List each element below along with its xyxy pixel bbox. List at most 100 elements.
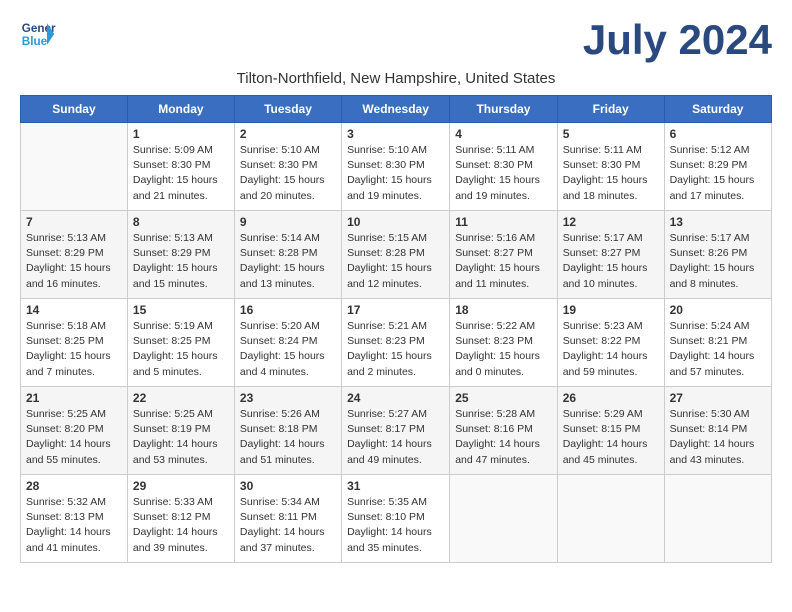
calendar-cell: 31 Sunrise: 5:35 AMSunset: 8:10 PMDayligh… [342, 475, 450, 563]
calendar-cell: 9Sunrise: 5:14 AMSunset: 8:28 PMDaylight… [234, 211, 341, 299]
calendar-cell: 28Sunrise: 5:32 AMSunset: 8:13 PMDayligh… [21, 475, 128, 563]
weekday-header-monday: Monday [127, 96, 234, 123]
day-number: 13 [670, 215, 766, 229]
calendar-cell: 10 Sunrise: 5:15 AMSunset: 8:28 PMDayligh… [342, 211, 450, 299]
day-info: Sunrise: 5:28 AMSunset: 8:16 PMDaylight:… [455, 407, 551, 468]
calendar-cell: 2 Sunrise: 5:10 AMSunset: 8:30 PMDaylight… [234, 123, 341, 211]
calendar-cell: 20Sunrise: 5:24 AMSunset: 8:21 PMDayligh… [664, 299, 771, 387]
day-number: 15 [133, 303, 229, 317]
day-number: 1 [133, 127, 229, 141]
day-number: 16 [240, 303, 336, 317]
weekday-header-saturday: Saturday [664, 96, 771, 123]
day-info: Sunrise: 5:14 AMSunset: 8:28 PMDaylight:… [240, 231, 336, 292]
day-info: Sunrise: 5:17 AMSunset: 8:26 PMDaylight:… [670, 231, 766, 292]
calendar-table: SundayMondayTuesdayWednesdayThursdayFrid… [20, 95, 772, 563]
day-info: Sunrise: 5:20 AMSunset: 8:24 PMDaylight:… [240, 319, 336, 380]
day-number: 10 [347, 215, 444, 229]
day-number: 2 [240, 127, 336, 141]
day-number: 19 [563, 303, 659, 317]
svg-text:Blue: Blue [22, 35, 48, 48]
day-info: Sunrise: 5:09 AMSunset: 8:30 PMDaylight:… [133, 143, 229, 204]
day-number: 31 [347, 479, 444, 493]
calendar-week-1: 1 Sunrise: 5:09 AMSunset: 8:30 PMDaylight… [21, 123, 772, 211]
weekday-header-tuesday: Tuesday [234, 96, 341, 123]
calendar-cell: 11 Sunrise: 5:16 AMSunset: 8:27 PMDayligh… [450, 211, 557, 299]
day-info: Sunrise: 5:10 AMSunset: 8:30 PMDaylight:… [240, 143, 336, 204]
calendar-cell: 6 Sunrise: 5:12 AMSunset: 8:29 PMDaylight… [664, 123, 771, 211]
calendar-week-4: 21 Sunrise: 5:25 AMSunset: 8:20 PMDayligh… [21, 387, 772, 475]
calendar-cell: 21 Sunrise: 5:25 AMSunset: 8:20 PMDayligh… [21, 387, 128, 475]
weekday-header-sunday: Sunday [21, 96, 128, 123]
day-info: Sunrise: 5:11 AMSunset: 8:30 PMDaylight:… [563, 143, 659, 204]
day-info: Sunrise: 5:16 AMSunset: 8:27 PMDaylight:… [455, 231, 551, 292]
day-info: Sunrise: 5:18 AMSunset: 8:25 PMDaylight:… [26, 319, 122, 380]
calendar-cell: 23 Sunrise: 5:26 AMSunset: 8:18 PMDayligh… [234, 387, 341, 475]
day-info: Sunrise: 5:17 AMSunset: 8:27 PMDaylight:… [563, 231, 659, 292]
day-number: 12 [563, 215, 659, 229]
calendar-cell: 15 Sunrise: 5:19 AMSunset: 8:25 PMDayligh… [127, 299, 234, 387]
day-info: Sunrise: 5:12 AMSunset: 8:29 PMDaylight:… [670, 143, 766, 204]
calendar-cell: 17Sunrise: 5:21 AMSunset: 8:23 PMDayligh… [342, 299, 450, 387]
day-number: 27 [670, 391, 766, 405]
logo: General Blue [20, 16, 56, 52]
calendar-cell: 1 Sunrise: 5:09 AMSunset: 8:30 PMDaylight… [127, 123, 234, 211]
calendar-cell: 12 Sunrise: 5:17 AMSunset: 8:27 PMDayligh… [557, 211, 664, 299]
weekday-header-wednesday: Wednesday [342, 96, 450, 123]
day-info: Sunrise: 5:19 AMSunset: 8:25 PMDaylight:… [133, 319, 229, 380]
day-number: 3 [347, 127, 444, 141]
calendar-cell: 14 Sunrise: 5:18 AMSunset: 8:25 PMDayligh… [21, 299, 128, 387]
day-number: 29 [133, 479, 229, 493]
day-number: 26 [563, 391, 659, 405]
day-number: 8 [133, 215, 229, 229]
day-number: 11 [455, 215, 551, 229]
header: General Blue July 2024 [20, 16, 772, 64]
calendar-cell: 7Sunrise: 5:13 AMSunset: 8:29 PMDaylight… [21, 211, 128, 299]
day-number: 7 [26, 215, 122, 229]
day-info: Sunrise: 5:33 AMSunset: 8:12 PMDaylight:… [133, 495, 229, 556]
calendar-cell [557, 475, 664, 563]
calendar-cell: 22 Sunrise: 5:25 AMSunset: 8:19 PMDayligh… [127, 387, 234, 475]
day-number: 14 [26, 303, 122, 317]
day-info: Sunrise: 5:25 AMSunset: 8:19 PMDaylight:… [133, 407, 229, 468]
calendar-cell [21, 123, 128, 211]
calendar-cell: 4 Sunrise: 5:11 AMSunset: 8:30 PMDaylight… [450, 123, 557, 211]
month-title: July 2024 [583, 16, 772, 64]
calendar-cell: 16 Sunrise: 5:20 AMSunset: 8:24 PMDayligh… [234, 299, 341, 387]
day-number: 21 [26, 391, 122, 405]
day-info: Sunrise: 5:34 AMSunset: 8:11 PMDaylight:… [240, 495, 336, 556]
calendar-cell: 5 Sunrise: 5:11 AMSunset: 8:30 PMDaylight… [557, 123, 664, 211]
day-number: 4 [455, 127, 551, 141]
calendar-cell: 29 Sunrise: 5:33 AMSunset: 8:12 PMDayligh… [127, 475, 234, 563]
day-number: 25 [455, 391, 551, 405]
day-info: Sunrise: 5:15 AMSunset: 8:28 PMDaylight:… [347, 231, 444, 292]
calendar-cell: 25 Sunrise: 5:28 AMSunset: 8:16 PMDayligh… [450, 387, 557, 475]
day-number: 5 [563, 127, 659, 141]
day-info: Sunrise: 5:11 AMSunset: 8:30 PMDaylight:… [455, 143, 551, 204]
day-number: 6 [670, 127, 766, 141]
day-number: 30 [240, 479, 336, 493]
day-info: Sunrise: 5:29 AMSunset: 8:15 PMDaylight:… [563, 407, 659, 468]
calendar-cell: 18Sunrise: 5:22 AMSunset: 8:23 PMDayligh… [450, 299, 557, 387]
calendar-week-5: 28Sunrise: 5:32 AMSunset: 8:13 PMDayligh… [21, 475, 772, 563]
day-number: 17 [347, 303, 444, 317]
day-info: Sunrise: 5:26 AMSunset: 8:18 PMDaylight:… [240, 407, 336, 468]
day-info: Sunrise: 5:23 AMSunset: 8:22 PMDaylight:… [563, 319, 659, 380]
weekday-header-friday: Friday [557, 96, 664, 123]
day-number: 22 [133, 391, 229, 405]
day-number: 23 [240, 391, 336, 405]
day-info: Sunrise: 5:27 AMSunset: 8:17 PMDaylight:… [347, 407, 444, 468]
calendar-cell: 19 Sunrise: 5:23 AMSunset: 8:22 PMDayligh… [557, 299, 664, 387]
day-info: Sunrise: 5:32 AMSunset: 8:13 PMDaylight:… [26, 495, 122, 556]
calendar-cell: 8 Sunrise: 5:13 AMSunset: 8:29 PMDaylight… [127, 211, 234, 299]
calendar-week-2: 7 Sunrise: 5:13 AMSunset: 8:29 PMDaylight… [21, 211, 772, 299]
calendar-cell: 13 Sunrise: 5:17 AMSunset: 8:26 PMDayligh… [664, 211, 771, 299]
calendar-cell: 27Sunrise: 5:30 AMSunset: 8:14 PMDayligh… [664, 387, 771, 475]
day-info: Sunrise: 5:13 AMSunset: 8:29 PMDaylight:… [133, 231, 229, 292]
calendar-week-3: 14 Sunrise: 5:18 AMSunset: 8:25 PMDayligh… [21, 299, 772, 387]
calendar-cell: 3Sunrise: 5:10 AMSunset: 8:30 PMDaylight… [342, 123, 450, 211]
day-info: Sunrise: 5:35 AMSunset: 8:10 PMDaylight:… [347, 495, 444, 556]
weekday-header-thursday: Thursday [450, 96, 557, 123]
day-info: Sunrise: 5:24 AMSunset: 8:21 PMDaylight:… [670, 319, 766, 380]
day-info: Sunrise: 5:25 AMSunset: 8:20 PMDaylight:… [26, 407, 122, 468]
calendar-cell: 30 Sunrise: 5:34 AMSunset: 8:11 PMDayligh… [234, 475, 341, 563]
